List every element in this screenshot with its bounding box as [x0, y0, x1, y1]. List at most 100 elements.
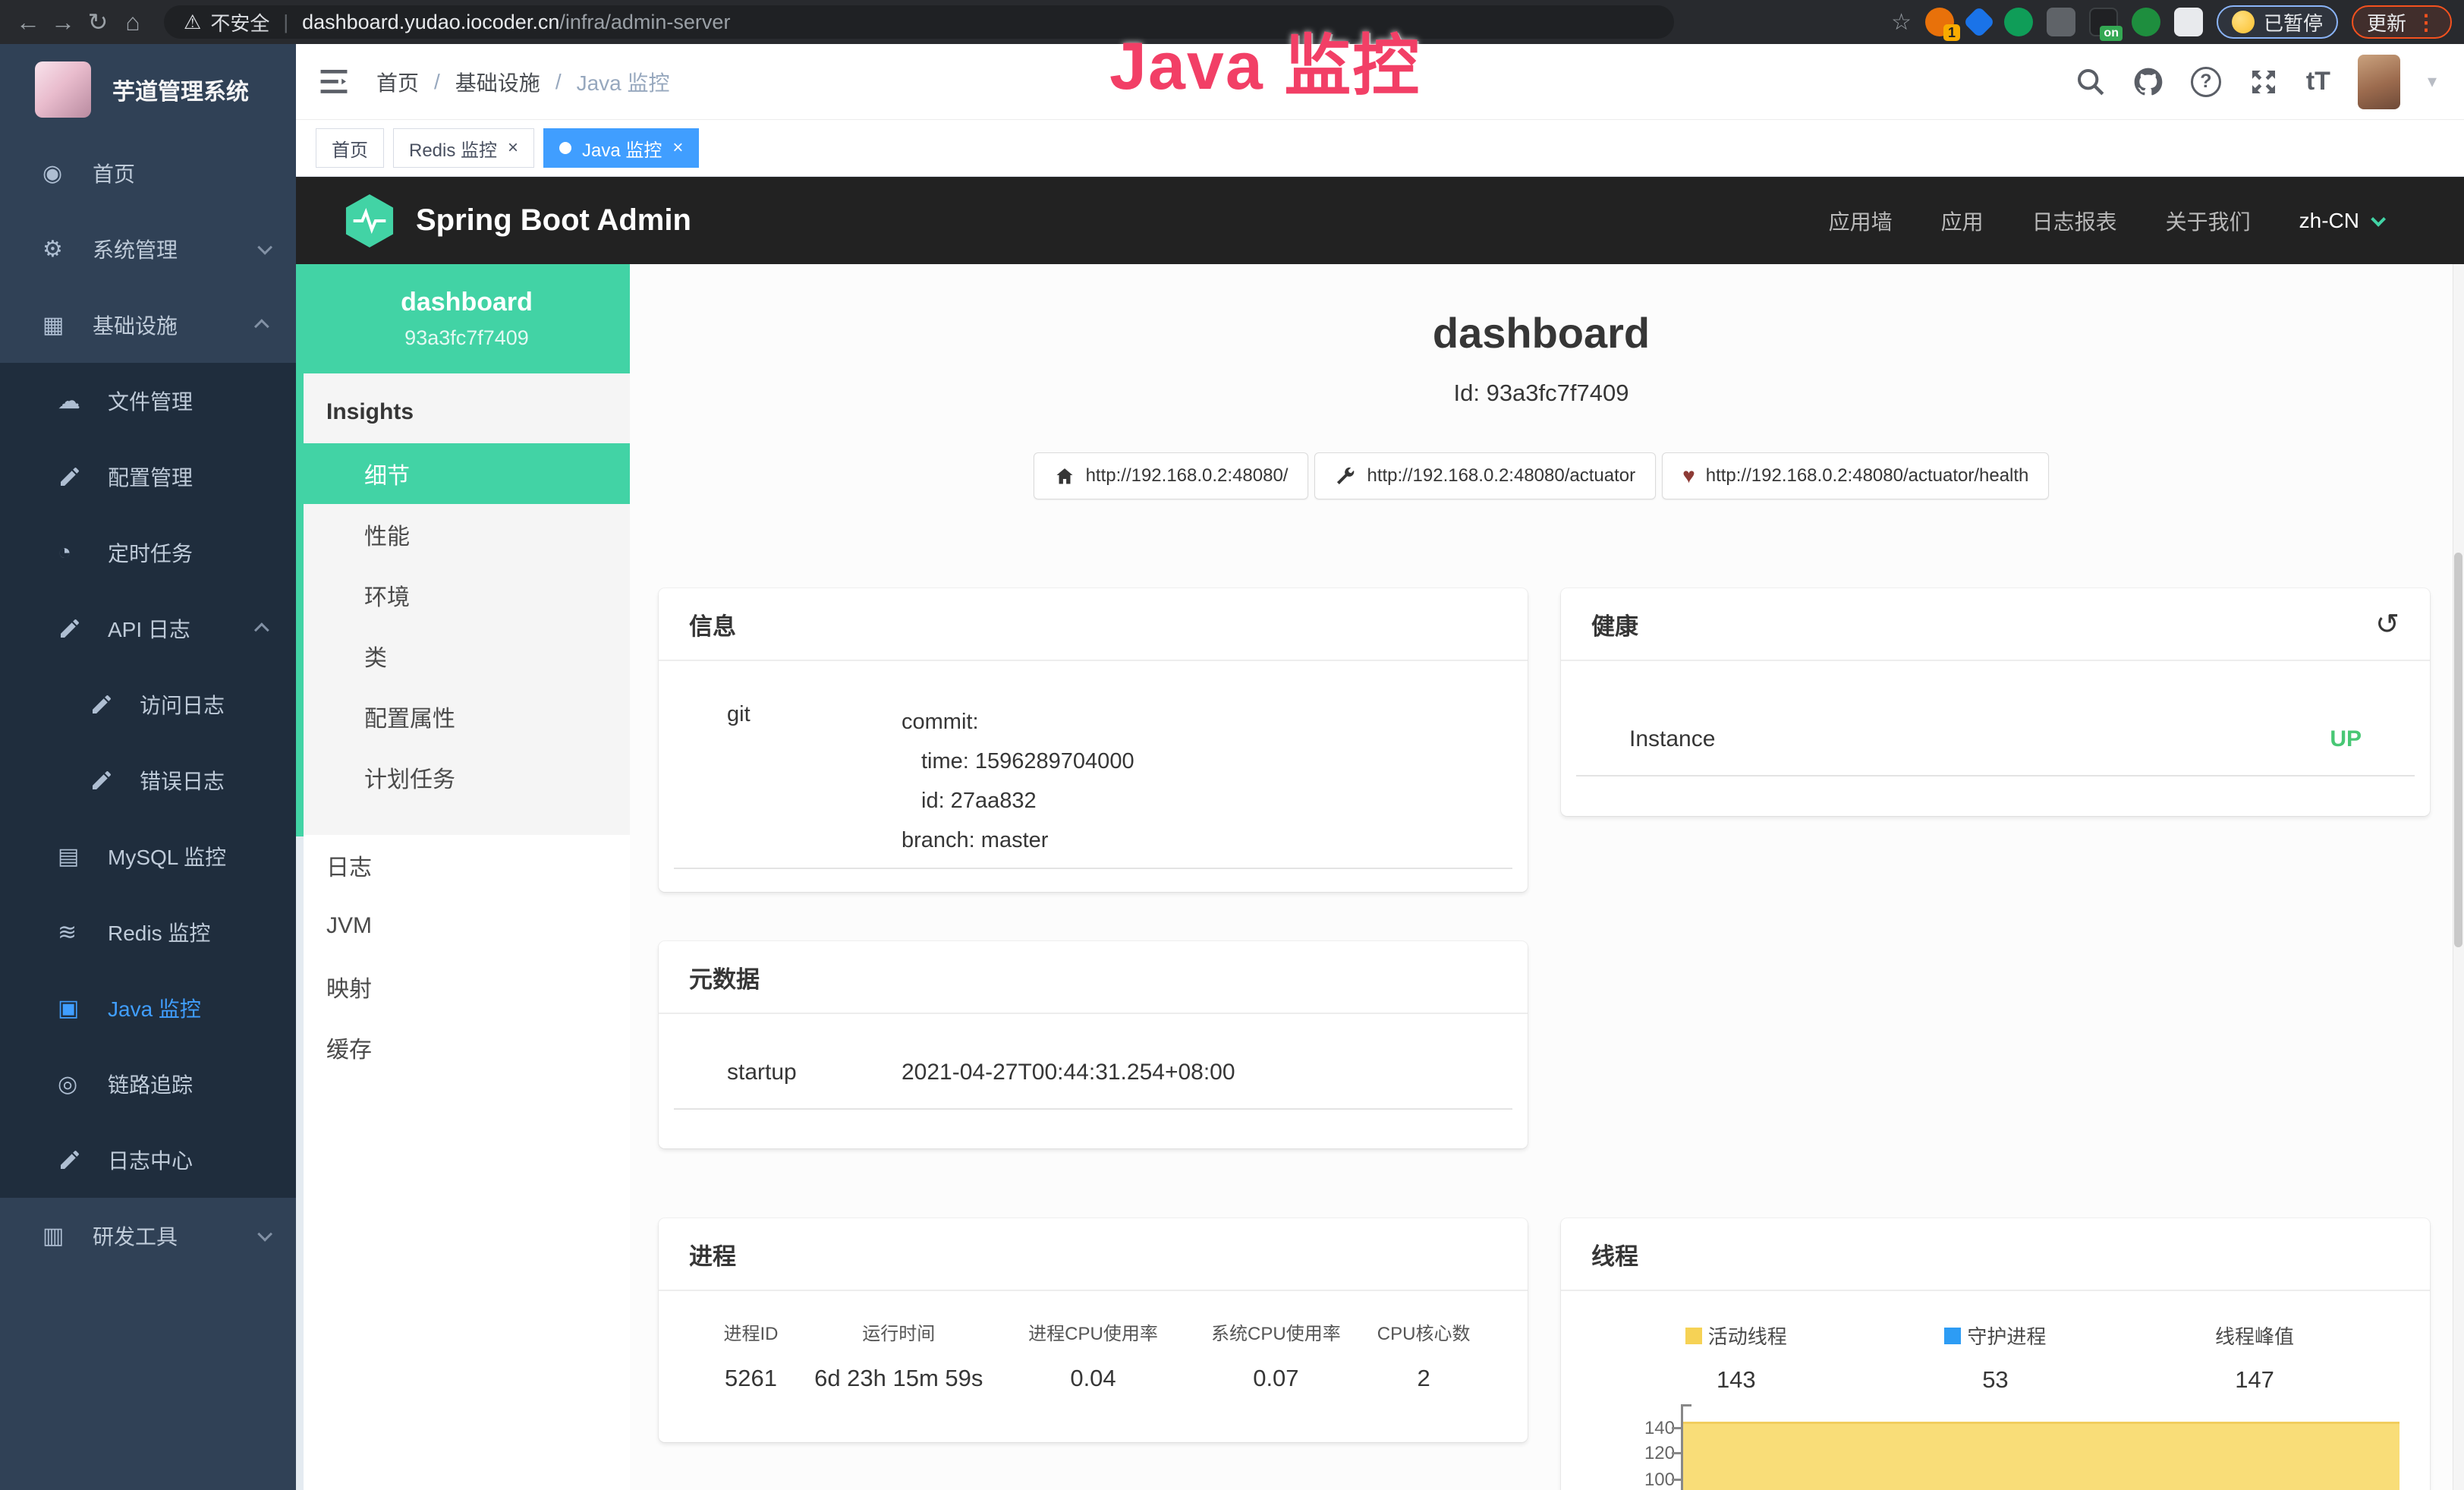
- card-title: 元数据: [689, 960, 760, 994]
- legend-value: 53: [1982, 1366, 2008, 1394]
- process-table: 进程ID 5261 运行时间 6d 23h 15m 59s 进程CPU使用率 0…: [659, 1291, 1528, 1392]
- sba-brand[interactable]: Spring Boot Admin: [345, 193, 691, 249]
- sba-item-details[interactable]: 细节: [304, 443, 630, 504]
- sba-nav-wallboard[interactable]: 应用墙: [1829, 206, 1893, 236]
- extension-list-icon[interactable]: on: [2089, 8, 2118, 36]
- avatar[interactable]: [2358, 55, 2400, 109]
- git-time-line: time: 1596289704000: [902, 742, 1134, 781]
- extension-leaf-icon[interactable]: [2132, 8, 2160, 36]
- sba-item-environment[interactable]: 环境: [304, 565, 630, 625]
- sidebar-item-home[interactable]: ◉ 首页: [0, 135, 296, 211]
- hamburger-icon[interactable]: [320, 70, 351, 94]
- sidebar-item-mysql-monitor[interactable]: ▤ MySQL 监控: [0, 818, 296, 894]
- sba-item-mappings[interactable]: 映射: [304, 956, 630, 1017]
- scrollbar-thumb[interactable]: [2454, 553, 2462, 947]
- insights-section: Insights 细节 性能 环境 类 配置属性 计划任务: [304, 373, 630, 835]
- git-branch-line: branch: master: [902, 821, 1134, 860]
- infrastructure-submenu: ☁ 文件管理 配置管理 ◔ 定时任务 API 日志 访问日志: [0, 363, 296, 1198]
- sidebar-item-api-log[interactable]: API 日志: [0, 591, 296, 666]
- sba-item-metrics[interactable]: 性能: [304, 504, 630, 565]
- service-url-button[interactable]: http://192.168.0.2:48080/: [1034, 452, 1309, 499]
- sidebar-item-label: 错误日志: [140, 765, 269, 795]
- tab-redis-monitor[interactable]: Redis 监控 ×: [393, 128, 534, 168]
- font-size-icon[interactable]: tT: [2306, 67, 2330, 96]
- browser-back-icon[interactable]: ←: [11, 8, 46, 36]
- history-icon[interactable]: ↺: [2375, 607, 2399, 641]
- heart-icon: ♥: [1682, 464, 1695, 488]
- extension-grid-icon[interactable]: [2047, 8, 2075, 36]
- chrome-update-button[interactable]: 更新 ⋮: [2352, 5, 2452, 39]
- sidebar-item-java-monitor[interactable]: ▣ Java 监控: [0, 970, 296, 1046]
- close-icon[interactable]: ×: [672, 137, 683, 159]
- tab-java-monitor[interactable]: Java 监控 ×: [543, 128, 699, 168]
- health-card: 健康 ↺ Instance UP: [1561, 588, 2430, 816]
- sidebar-item-redis-monitor[interactable]: ≋ Redis 监控: [0, 894, 296, 970]
- sba-item-logs[interactable]: 日志: [304, 835, 630, 896]
- sba-item-classes[interactable]: 类: [304, 625, 630, 686]
- sidebar-item-devtools[interactable]: ▥ 研发工具: [0, 1198, 296, 1274]
- avatar-caret-icon[interactable]: ▾: [2428, 71, 2437, 93]
- tags-bar: 首页 Redis 监控 × Java 监控 ×: [296, 120, 2464, 177]
- info-row-git: git commit: time: 1596289704000 id: 27aa…: [659, 661, 1528, 860]
- breadcrumb-infrastructure[interactable]: 基础设施: [455, 67, 540, 97]
- profile-paused-badge[interactable]: 已暂停: [2217, 5, 2338, 39]
- y-tick-140: 140: [1629, 1418, 1675, 1439]
- sidebar-item-label: 链路追踪: [108, 1069, 269, 1099]
- sidebar-item-tracing[interactable]: ◎ 链路追踪: [0, 1046, 296, 1122]
- sba-sidebar-strip-lower: [296, 836, 304, 1490]
- extension-y-icon[interactable]: [2004, 8, 2033, 36]
- browser-reload-icon[interactable]: ↻: [80, 8, 115, 36]
- security-label[interactable]: 不安全: [210, 8, 269, 36]
- breadcrumb: 首页 / 基础设施 / Java 监控: [376, 67, 670, 97]
- tab-label: 首页: [332, 135, 368, 162]
- tab-home[interactable]: 首页: [316, 128, 384, 168]
- sidebar-item-infrastructure[interactable]: ▦ 基础设施: [0, 287, 296, 363]
- help-icon[interactable]: ?: [2191, 67, 2221, 97]
- gear-icon: ⚙: [42, 236, 93, 263]
- sidebar-item-log-center[interactable]: 日志中心: [0, 1122, 296, 1198]
- sidebar-item-access-log[interactable]: 访问日志: [0, 666, 296, 742]
- service-url: http://192.168.0.2:48080/: [1086, 465, 1289, 487]
- sba-item-scheduled-tasks[interactable]: 计划任务: [304, 747, 630, 808]
- sidebar-item-error-log[interactable]: 错误日志: [0, 742, 296, 818]
- search-icon[interactable]: [2075, 67, 2106, 97]
- sidebar-item-system[interactable]: ⚙ 系统管理: [0, 211, 296, 287]
- metadata-row-startup: startup 2021-04-27T00:44:31.254+08:00: [659, 1014, 1528, 1085]
- sba-nav-journal[interactable]: 日志报表: [2032, 206, 2117, 236]
- sba-locale-select[interactable]: zh-CN: [2299, 209, 2382, 233]
- bookmark-star-icon[interactable]: ☆: [1891, 9, 1912, 36]
- timer-icon: ◔: [58, 540, 108, 565]
- y-tick-100: 100: [1629, 1470, 1675, 1490]
- sidebar-item-scheduled-jobs[interactable]: ◔ 定时任务: [0, 515, 296, 591]
- extension-refresh-icon[interactable]: 1: [1925, 8, 1954, 36]
- fullscreen-icon[interactable]: [2248, 67, 2279, 97]
- github-icon[interactable]: [2133, 67, 2163, 97]
- column-header: 进程ID: [704, 1318, 798, 1345]
- sidebar-item-config-manage[interactable]: 配置管理: [0, 439, 296, 515]
- sidebar-item-file-manage[interactable]: ☁ 文件管理: [0, 363, 296, 439]
- log-edit-icon: [58, 1148, 108, 1172]
- health-url-button[interactable]: ♥ http://192.168.0.2:48080/actuator/heal…: [1662, 452, 2049, 499]
- sba-instance-header[interactable]: dashboard 93a3fc7f7409: [304, 264, 630, 373]
- browser-menu-icon[interactable]: ⋮: [2415, 10, 2437, 35]
- sba-item-caches[interactable]: 缓存: [304, 1017, 630, 1078]
- sba-item-config-props[interactable]: 配置属性: [304, 686, 630, 747]
- screen: ← → ↻ ⌂ ⚠ 不安全 | dashboard.yudao.iocoder.…: [0, 0, 2464, 1490]
- breadcrumb-home[interactable]: 首页: [376, 67, 419, 97]
- sba-item-jvm[interactable]: JVM: [304, 896, 630, 956]
- browser-home-icon[interactable]: ⌂: [115, 8, 150, 36]
- scrollbar-track[interactable]: [2453, 264, 2464, 1490]
- git-commit-line: commit:: [902, 702, 1134, 742]
- app-logo-row[interactable]: 芋道管理系统: [0, 44, 296, 135]
- sba-nav-applications[interactable]: 应用: [1941, 206, 1984, 236]
- sba-nav-about[interactable]: 关于我们: [2166, 206, 2251, 236]
- instance-name: dashboard: [401, 288, 533, 317]
- extensions-puzzle-icon[interactable]: [2174, 8, 2203, 36]
- address-bar[interactable]: ⚠ 不安全 | dashboard.yudao.iocoder.cn /infr…: [164, 5, 1674, 39]
- extension-pin-icon[interactable]: [1963, 6, 1995, 38]
- threads-card: 线程 活动线程 143 守护进程 53 线程峰值 147 140 120: [1561, 1218, 2430, 1490]
- browser-forward-icon[interactable]: →: [46, 8, 80, 36]
- actuator-url-button[interactable]: http://192.168.0.2:48080/actuator: [1314, 452, 1656, 499]
- close-icon[interactable]: ×: [508, 137, 518, 159]
- chart-tick: [1672, 1427, 1681, 1429]
